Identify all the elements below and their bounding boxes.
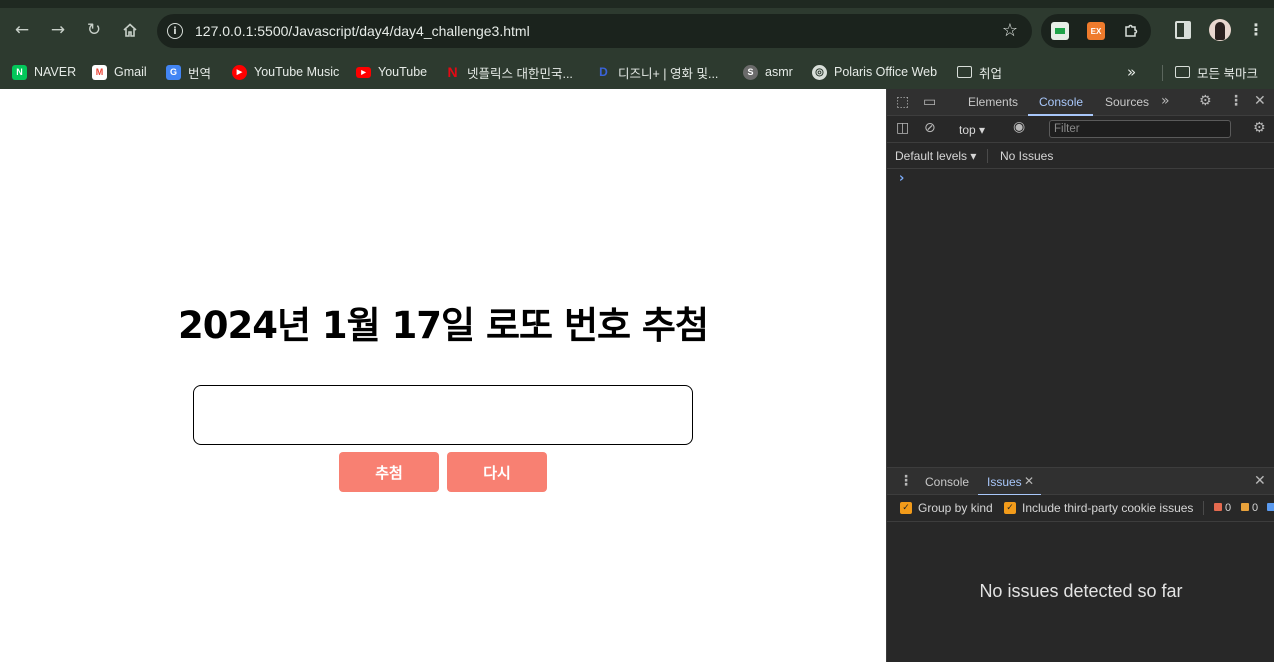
bookmark-gmail[interactable]: M Gmail: [92, 61, 147, 83]
back-arrow-icon: ←: [14, 20, 30, 40]
page-title: 2024년 1월 17일 로또 번호 추첨: [178, 304, 709, 347]
issues-divider: [1203, 501, 1204, 515]
gmail-icon: M: [92, 64, 107, 80]
youtube-icon: ▶: [356, 66, 371, 78]
drawer-tab-issues[interactable]: Issues: [987, 475, 1022, 489]
no-issues-message: No issues detected so far: [979, 581, 1183, 601]
clear-console-icon[interactable]: ⊘: [924, 120, 936, 136]
console-toolbar: ◫ ⊘ top ▾ ◉ Filter ⚙: [887, 116, 1274, 143]
console-filter-input[interactable]: Filter: [1049, 120, 1231, 138]
device-toolbar-icon[interactable]: ▭: [923, 94, 936, 110]
web-page: 2024년 1월 17일 로또 번호 추첨 추첨 다시: [0, 89, 886, 662]
bookmark-translate[interactable]: G 번역: [166, 61, 211, 83]
group-by-kind-label: Group by kind: [918, 501, 993, 515]
error-count-badge: 0: [1214, 502, 1231, 514]
disney-plus-icon: D: [599, 65, 608, 79]
address-bar[interactable]: i 127.0.0.1:5500/Javascript/day4/day4_ch…: [157, 14, 1032, 48]
lotto-result-field[interactable]: [193, 385, 693, 445]
bookmarks-divider: [1162, 65, 1163, 81]
tab-console[interactable]: Console: [1039, 95, 1083, 109]
back-button[interactable]: ←: [10, 18, 34, 42]
extension-ex-icon[interactable]: EX: [1087, 22, 1105, 40]
close-devtools-icon[interactable]: ✕: [1254, 93, 1266, 109]
bookmark-folder-job[interactable]: 취업: [957, 61, 1002, 83]
more-tabs-icon[interactable]: »: [1161, 93, 1170, 109]
forward-arrow-icon: →: [50, 20, 66, 40]
bookmark-naver[interactable]: N NAVER: [12, 61, 76, 83]
forward-button[interactable]: →: [46, 18, 70, 42]
naver-icon: N: [12, 64, 27, 80]
tab-elements[interactable]: Elements: [968, 95, 1018, 109]
url-text[interactable]: 127.0.0.1:5500/Javascript/day4/day4_chal…: [195, 23, 530, 39]
third-party-label: Include third-party cookie issues: [1022, 501, 1194, 515]
bookmark-netflix[interactable]: N 넷플릭스 대한민국...: [445, 61, 572, 83]
inspect-element-icon[interactable]: ⬚: [896, 94, 909, 110]
all-bookmarks-folder[interactable]: 모든 북마크: [1175, 61, 1258, 83]
translate-icon: G: [166, 64, 181, 80]
browser-toolbar: ← → ↻ i 127.0.0.1:5500/Javascript/day4/d…: [0, 0, 1274, 62]
puzzle-icon[interactable]: [1121, 21, 1141, 41]
third-party-checkbox[interactable]: ✓: [1004, 502, 1016, 514]
bookmark-polaris[interactable]: ◎ Polaris Office Web: [812, 61, 937, 83]
console-levels-bar: Default levels ▾ No Issues: [887, 143, 1274, 169]
kebab-menu-icon[interactable]: ⋮: [1248, 20, 1264, 39]
info-icon: [1267, 503, 1274, 511]
more-bookmarks-icon[interactable]: »: [1127, 63, 1136, 81]
issues-status[interactable]: No Issues: [1000, 149, 1053, 163]
live-expression-eye-icon[interactable]: ◉: [1013, 119, 1025, 135]
console-prompt-icon: ›: [899, 171, 905, 186]
devtools-panel: ⬚ ▭ Elements Console Sources » ⚙ ⋮ ✕ ◫ ⊘…: [886, 89, 1274, 662]
youtube-music-icon: ▶: [232, 64, 247, 80]
bookmark-asmr[interactable]: Sasmr: [743, 61, 793, 83]
devtools-menu-icon[interactable]: ⋮: [1229, 93, 1243, 109]
settings-gear-icon[interactable]: ⚙: [1199, 93, 1212, 109]
asmr-icon: S: [743, 64, 758, 80]
error-icon: [1214, 503, 1222, 511]
levels-divider: [987, 149, 988, 163]
drawer-tab-console[interactable]: Console: [925, 475, 969, 489]
devtools-tab-bar: ⬚ ▭ Elements Console Sources » ⚙ ⋮ ✕: [887, 89, 1274, 116]
site-info-icon[interactable]: i: [167, 23, 183, 39]
reset-button[interactable]: 다시: [447, 452, 547, 492]
sidebar-toggle-icon[interactable]: ◫: [896, 120, 909, 136]
folder-icon: [957, 66, 972, 78]
profile-avatar[interactable]: [1209, 19, 1231, 41]
bookmark-youtube-music[interactable]: ▶ YouTube Music: [232, 61, 339, 83]
group-by-kind-checkbox[interactable]: ✓: [900, 502, 912, 514]
console-output[interactable]: ›: [887, 169, 1274, 466]
drawer-tab-bar: ⋮ Console Issues ✕ ✕: [887, 467, 1274, 496]
extensions-group: EX: [1041, 14, 1151, 48]
bookmark-disney-plus[interactable]: D 디즈니+ | 영화 및...: [596, 61, 718, 83]
drawer-menu-icon[interactable]: ⋮: [899, 473, 913, 489]
tab-sources[interactable]: Sources: [1105, 95, 1149, 109]
bookmark-star-icon[interactable]: ☆: [1002, 20, 1018, 41]
home-icon: [123, 23, 137, 37]
console-settings-icon[interactable]: ⚙: [1253, 120, 1266, 136]
home-button[interactable]: [118, 18, 142, 42]
bookmark-youtube[interactable]: ▶ YouTube: [356, 61, 427, 83]
reload-icon: ↻: [86, 20, 102, 40]
folder-icon: [1175, 66, 1190, 78]
netflix-icon: N: [447, 64, 458, 80]
issues-toolbar: ✓ Group by kind ✓ Include third-party co…: [887, 495, 1274, 522]
context-selector[interactable]: top ▾: [959, 123, 985, 137]
close-drawer-icon[interactable]: ✕: [1254, 473, 1266, 489]
side-panel-icon[interactable]: [1175, 21, 1191, 39]
info-count-badge: [1267, 502, 1274, 514]
warning-icon: [1241, 503, 1249, 511]
bookmarks-bar: N NAVER M Gmail G 번역 ▶ YouTube Music ▶ YouTub…: [0, 55, 1274, 89]
tab-strip: [0, 0, 1274, 8]
globe-icon: ◎: [812, 64, 827, 80]
warning-count-badge: 0: [1241, 502, 1258, 514]
draw-button[interactable]: 추첨: [339, 452, 439, 492]
close-issues-tab-icon[interactable]: ✕: [1024, 474, 1034, 488]
reload-button[interactable]: ↻: [82, 18, 106, 42]
default-levels-dropdown[interactable]: Default levels ▾: [895, 149, 976, 163]
extension-icon[interactable]: [1051, 22, 1069, 40]
